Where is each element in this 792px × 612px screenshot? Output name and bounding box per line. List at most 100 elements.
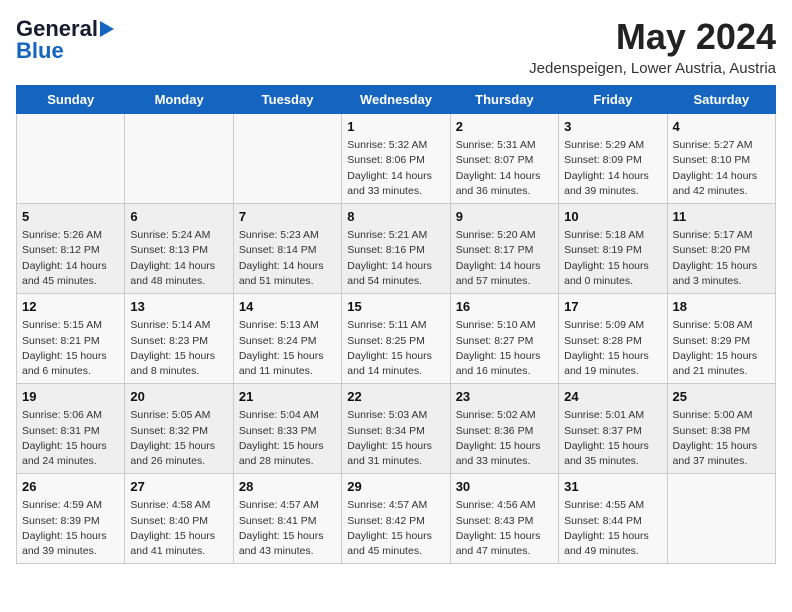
page-header: General Blue May 2024 Jedenspeigen, Lowe… [16,16,776,77]
calendar-cell: 3 Sunrise: 5:29 AM Sunset: 8:09 PM Daylig… [559,114,667,204]
day-info: Sunrise: 5:17 AM Sunset: 8:20 PM Dayligh… [673,228,770,289]
day-info: Sunrise: 4:55 AM Sunset: 8:44 PM Dayligh… [564,498,661,559]
day-info: Sunrise: 4:57 AM Sunset: 8:42 PM Dayligh… [347,498,444,559]
day-info: Sunrise: 5:27 AM Sunset: 8:10 PM Dayligh… [673,138,770,199]
day-number: 18 [673,298,770,316]
calendar-cell [233,114,341,204]
calendar-cell: 27Sunrise: 4:58 AM Sunset: 8:40 PM Dayli… [125,474,233,564]
day-info: Sunrise: 5:31 AM Sunset: 8:07 PM Dayligh… [456,138,553,199]
day-number: 30 [456,478,553,496]
title-block: May 2024 Jedenspeigen, Lower Austria, Au… [529,16,776,77]
calendar-header-tuesday: Tuesday [233,86,341,114]
calendar-cell: 21 Sunrise: 5:04 AM Sunset: 8:33 PM Dayli… [233,384,341,474]
day-number: 25 [673,388,770,406]
day-number: 24 [564,388,661,406]
calendar-cell: 15Sunrise: 5:11 AM Sunset: 8:25 PM Dayli… [342,294,450,384]
day-info: Sunrise: 5:10 AM Sunset: 8:27 PM Dayligh… [456,318,553,379]
calendar-cell [125,114,233,204]
day-info: Sunrise: 5:14 AM Sunset: 8:23 PM Dayligh… [130,318,227,379]
day-info: Sunrise: 5:03 AM Sunset: 8:34 PM Dayligh… [347,408,444,469]
day-info: Sunrise: 5:21 AM Sunset: 8:16 PM Dayligh… [347,228,444,289]
calendar-week-row: 26 Sunrise: 4:59 AM Sunset: 8:39 PM Dayli… [17,474,776,564]
day-info: Sunrise: 5:26 AM Sunset: 8:12 PM Dayligh… [22,228,119,289]
calendar-cell: 4 Sunrise: 5:27 AM Sunset: 8:10 PM Daylig… [667,114,775,204]
day-number: 22 [347,388,444,406]
day-number: 12 [22,298,119,316]
day-info: Sunrise: 4:59 AM Sunset: 8:39 PM Dayligh… [22,498,119,559]
day-info: Sunrise: 5:08 AM Sunset: 8:29 PM Dayligh… [673,318,770,379]
calendar-cell: 30 Sunrise: 4:56 AM Sunset: 8:43 PM Dayli… [450,474,558,564]
day-number: 31 [564,478,661,496]
day-number: 16 [456,298,553,316]
calendar-cell: 8Sunrise: 5:21 AM Sunset: 8:16 PM Daylig… [342,204,450,294]
day-info: Sunrise: 5:02 AM Sunset: 8:36 PM Dayligh… [456,408,553,469]
calendar-cell: 13 Sunrise: 5:14 AM Sunset: 8:23 PM Dayli… [125,294,233,384]
logo-blue-text: Blue [16,38,64,64]
calendar-cell: 9 Sunrise: 5:20 AM Sunset: 8:17 PM Daylig… [450,204,558,294]
calendar-week-row: 19 Sunrise: 5:06 AM Sunset: 8:31 PM Dayli… [17,384,776,474]
calendar-header-sunday: Sunday [17,86,125,114]
calendar-cell: 19 Sunrise: 5:06 AM Sunset: 8:31 PM Dayli… [17,384,125,474]
day-info: Sunrise: 5:00 AM Sunset: 8:38 PM Dayligh… [673,408,770,469]
calendar-header-saturday: Saturday [667,86,775,114]
calendar-cell: 14 Sunrise: 5:13 AM Sunset: 8:24 PM Dayli… [233,294,341,384]
day-number: 11 [673,208,770,226]
day-info: Sunrise: 5:29 AM Sunset: 8:09 PM Dayligh… [564,138,661,199]
day-number: 10 [564,208,661,226]
month-year-title: May 2024 [529,16,776,58]
day-info: Sunrise: 5:09 AM Sunset: 8:28 PM Dayligh… [564,318,661,379]
calendar-cell [17,114,125,204]
calendar-cell: 18 Sunrise: 5:08 AM Sunset: 8:29 PM Dayli… [667,294,775,384]
calendar-cell: 26 Sunrise: 4:59 AM Sunset: 8:39 PM Dayli… [17,474,125,564]
day-number: 5 [22,208,119,226]
calendar-cell: 12Sunrise: 5:15 AM Sunset: 8:21 PM Dayli… [17,294,125,384]
day-info: Sunrise: 5:18 AM Sunset: 8:19 PM Dayligh… [564,228,661,289]
day-number: 1 [347,118,444,136]
logo: General Blue [16,16,114,64]
calendar-header-wednesday: Wednesday [342,86,450,114]
day-info: Sunrise: 5:01 AM Sunset: 8:37 PM Dayligh… [564,408,661,469]
calendar-cell: 11 Sunrise: 5:17 AM Sunset: 8:20 PM Dayli… [667,204,775,294]
calendar-week-row: 12Sunrise: 5:15 AM Sunset: 8:21 PM Dayli… [17,294,776,384]
day-number: 17 [564,298,661,316]
calendar-cell: 10 Sunrise: 5:18 AM Sunset: 8:19 PM Dayli… [559,204,667,294]
calendar-cell: 16 Sunrise: 5:10 AM Sunset: 8:27 PM Dayli… [450,294,558,384]
calendar-cell: 23Sunrise: 5:02 AM Sunset: 8:36 PM Dayli… [450,384,558,474]
day-number: 20 [130,388,227,406]
calendar-cell: 22 Sunrise: 5:03 AM Sunset: 8:34 PM Dayli… [342,384,450,474]
day-info: Sunrise: 5:06 AM Sunset: 8:31 PM Dayligh… [22,408,119,469]
day-info: Sunrise: 4:57 AM Sunset: 8:41 PM Dayligh… [239,498,336,559]
calendar-header-row: SundayMondayTuesdayWednesdayThursdayFrid… [17,86,776,114]
calendar-week-row: 5 Sunrise: 5:26 AM Sunset: 8:12 PM Daylig… [17,204,776,294]
day-info: Sunrise: 5:04 AM Sunset: 8:33 PM Dayligh… [239,408,336,469]
day-info: Sunrise: 5:11 AM Sunset: 8:25 PM Dayligh… [347,318,444,379]
day-info: Sunrise: 5:32 AM Sunset: 8:06 PM Dayligh… [347,138,444,199]
day-number: 6 [130,208,227,226]
day-number: 14 [239,298,336,316]
day-number: 9 [456,208,553,226]
day-number: 13 [130,298,227,316]
calendar-cell: 5 Sunrise: 5:26 AM Sunset: 8:12 PM Daylig… [17,204,125,294]
calendar-cell: 31 Sunrise: 4:55 AM Sunset: 8:44 PM Dayli… [559,474,667,564]
day-info: Sunrise: 5:23 AM Sunset: 8:14 PM Dayligh… [239,228,336,289]
day-info: Sunrise: 4:56 AM Sunset: 8:43 PM Dayligh… [456,498,553,559]
logo-arrow-icon [100,21,114,37]
day-info: Sunrise: 5:20 AM Sunset: 8:17 PM Dayligh… [456,228,553,289]
day-number: 28 [239,478,336,496]
day-number: 29 [347,478,444,496]
calendar-cell: 24 Sunrise: 5:01 AM Sunset: 8:37 PM Dayli… [559,384,667,474]
calendar-cell: 6Sunrise: 5:24 AM Sunset: 8:13 PM Daylig… [125,204,233,294]
day-number: 26 [22,478,119,496]
calendar-cell: 2 Sunrise: 5:31 AM Sunset: 8:07 PM Daylig… [450,114,558,204]
calendar-cell: 1 Sunrise: 5:32 AM Sunset: 8:06 PM Daylig… [342,114,450,204]
day-number: 3 [564,118,661,136]
calendar-table: SundayMondayTuesdayWednesdayThursdayFrid… [16,85,776,564]
day-number: 19 [22,388,119,406]
calendar-header-thursday: Thursday [450,86,558,114]
day-number: 2 [456,118,553,136]
calendar-cell: 7Sunrise: 5:23 AM Sunset: 8:14 PM Daylig… [233,204,341,294]
day-number: 21 [239,388,336,406]
day-info: Sunrise: 5:13 AM Sunset: 8:24 PM Dayligh… [239,318,336,379]
day-number: 4 [673,118,770,136]
calendar-cell: 20Sunrise: 5:05 AM Sunset: 8:32 PM Dayli… [125,384,233,474]
